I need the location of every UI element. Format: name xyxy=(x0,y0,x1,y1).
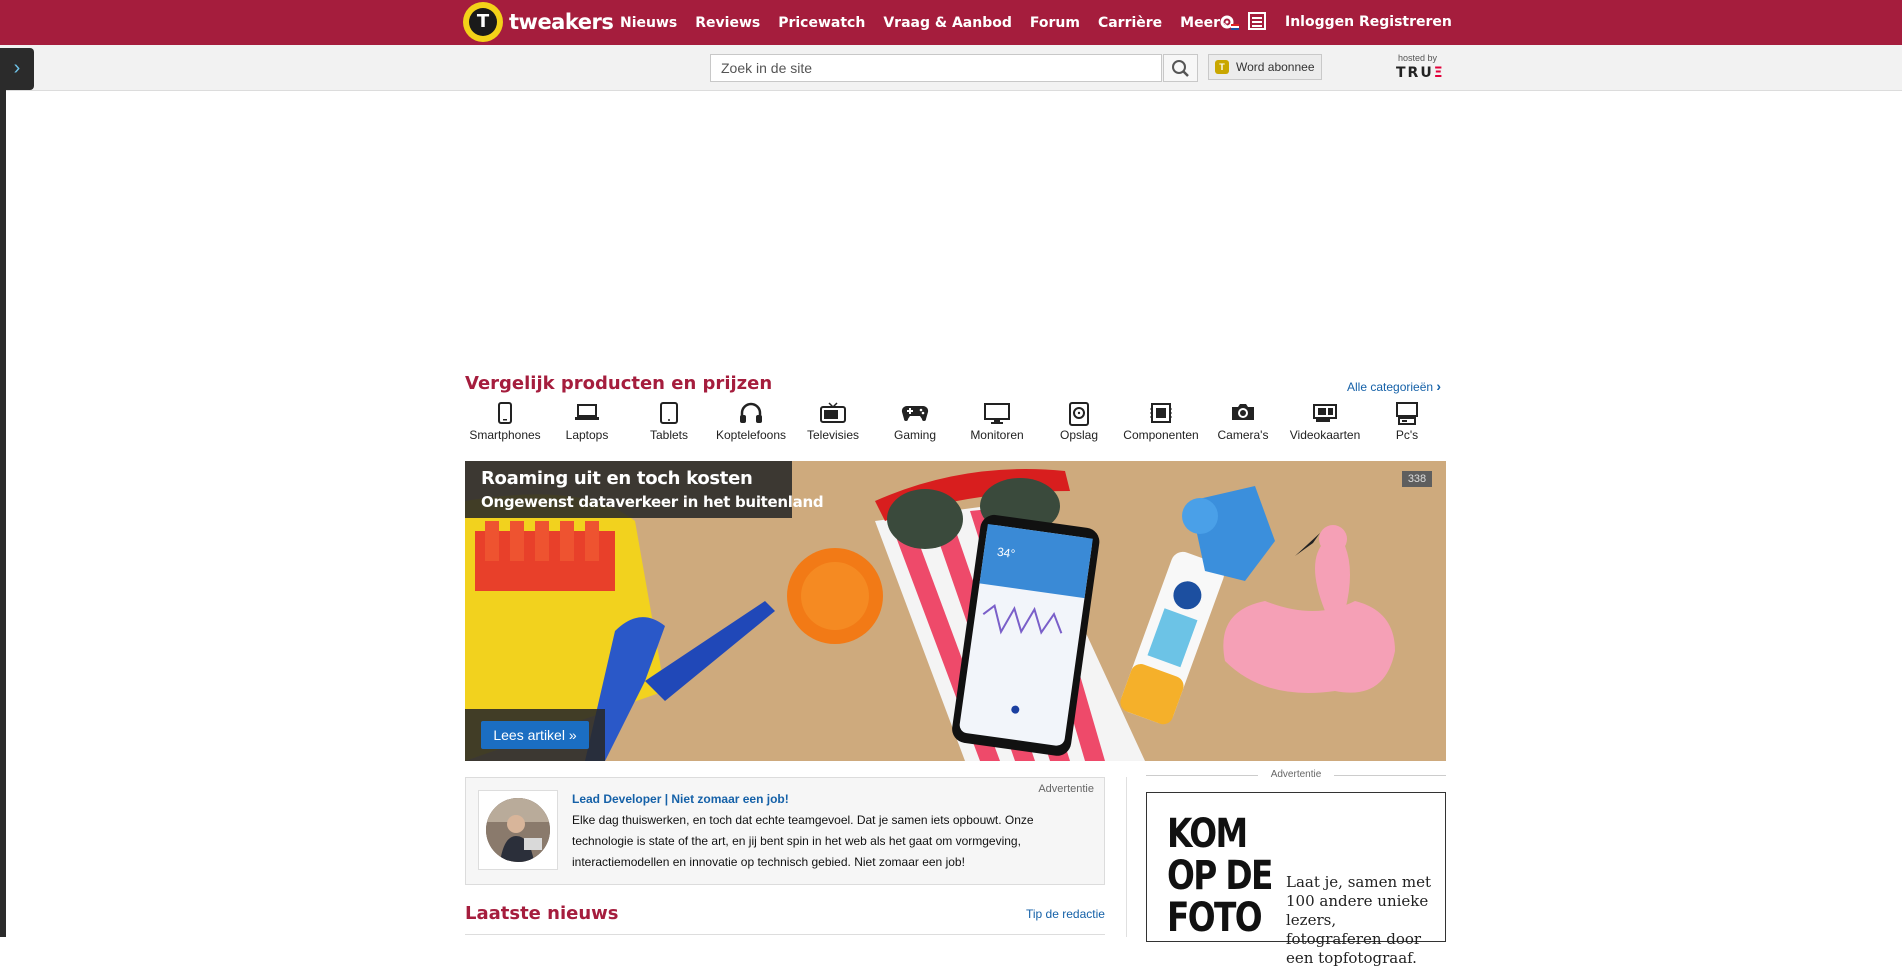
category-label: Pc's xyxy=(1395,428,1419,442)
logo-letter: T xyxy=(469,8,497,36)
search-button[interactable] xyxy=(1163,54,1198,82)
laptop-icon xyxy=(547,402,627,428)
side-advertisement[interactable]: KOM OP DE FOTO Laat je, samen met 100 an… xyxy=(1146,792,1446,967)
settings-icon[interactable] xyxy=(1218,12,1240,38)
category-label: Monitoren xyxy=(970,428,1024,442)
category-label: Koptelefoons xyxy=(715,428,787,442)
site-search: Zoek in de site xyxy=(710,54,1198,82)
nav-item-meer-label: Meer xyxy=(1180,14,1220,31)
category-monitoren[interactable]: Monitoren xyxy=(957,402,1037,448)
gpu-icon xyxy=(1285,402,1365,428)
register-link[interactable]: Registreren xyxy=(1359,14,1452,30)
login-link[interactable]: Inloggen xyxy=(1285,14,1354,30)
category-label: Gaming xyxy=(893,428,937,442)
category-televisies[interactable]: Televisies xyxy=(793,402,873,448)
category-opslag[interactable]: Opslag xyxy=(1039,402,1119,448)
category-label: Televisies xyxy=(806,428,860,442)
category-label: Smartphones xyxy=(469,428,541,442)
category-gaming[interactable]: Gaming xyxy=(875,402,955,448)
hero-subtitle[interactable]: Ongewenst dataverkeer in het buitenland xyxy=(481,493,824,511)
job-ad-photo xyxy=(486,798,550,862)
subscribe-label: Word abonnee xyxy=(1236,60,1315,74)
category-smartphones[interactable]: Smartphones xyxy=(465,402,545,448)
tv-icon xyxy=(793,402,873,428)
storage-icon xyxy=(1039,402,1119,428)
toolbar-icons xyxy=(1218,12,1266,38)
side-advertisement-label: Advertentie xyxy=(1146,769,1446,780)
nav-item-forum[interactable]: Forum xyxy=(1030,15,1080,31)
sidebar-edge xyxy=(0,90,6,937)
read-article-button[interactable]: Lees artikel » xyxy=(481,721,589,749)
compare-section-title: Vergelijk producten en prijzen xyxy=(465,373,773,394)
featured-article-hero[interactable]: 34° Roaming uit en toch kosten Ongewenst… xyxy=(465,461,1446,761)
category-tablets[interactable]: Tablets xyxy=(629,402,709,448)
category-label: Laptops xyxy=(565,428,609,442)
hero-title[interactable]: Roaming uit en toch kosten xyxy=(481,468,753,489)
category-pcs[interactable]: Pc's xyxy=(1367,402,1447,448)
gamepad-icon xyxy=(875,402,955,428)
category-label: Opslag xyxy=(1059,428,1099,442)
subscribe-button[interactable]: T Word abonnee xyxy=(1208,54,1322,80)
job-ad-text: Elke dag thuiswerken, en toch dat echte … xyxy=(572,813,1034,869)
nav-item-pricewatch[interactable]: Pricewatch xyxy=(778,15,865,31)
tablet-icon xyxy=(629,402,709,428)
nav-item-reviews[interactable]: Reviews xyxy=(695,15,760,31)
side-ad-headline: KOM OP DE FOTO xyxy=(1167,811,1273,941)
brand-name[interactable]: tweakers xyxy=(509,10,614,34)
smartphone-icon xyxy=(465,402,545,428)
search-icon xyxy=(1172,60,1189,77)
category-cameras[interactable]: Camera's xyxy=(1203,402,1283,448)
top-navigation-bar: T tweakers Nieuws Reviews Pricewatch Vra… xyxy=(0,0,1902,45)
true-logo-accent: Ξ xyxy=(1433,65,1445,81)
camera-icon xyxy=(1203,402,1283,428)
category-componenten[interactable]: Componenten xyxy=(1121,402,1201,448)
column-divider xyxy=(1126,777,1127,937)
tweakers-logo-icon[interactable]: T xyxy=(463,2,503,42)
hero-button-box: Lees artikel » xyxy=(465,709,605,761)
search-input[interactable]: Zoek in de site xyxy=(710,54,1162,82)
category-label: Videokaarten xyxy=(1289,428,1361,442)
all-categories-link[interactable]: Alle categorieën › xyxy=(1347,378,1441,394)
nav-item-vraag-aanbod[interactable]: Vraag & Aanbod xyxy=(883,15,1012,31)
main-nav: Nieuws Reviews Pricewatch Vraag & Aanbod… xyxy=(620,0,1250,45)
tip-editors-link[interactable]: Tip de redactie xyxy=(1026,907,1105,921)
category-laptops[interactable]: Laptops xyxy=(547,402,627,448)
nav-item-nieuws[interactable]: Nieuws xyxy=(620,15,677,31)
job-ad-title[interactable]: Lead Developer | Niet zomaar een job! xyxy=(572,792,789,806)
list-icon[interactable] xyxy=(1248,12,1266,38)
category-label: Camera's xyxy=(1217,428,1269,442)
category-koptelefoons[interactable]: Koptelefoons xyxy=(711,402,791,448)
true-logo-main: TRU xyxy=(1396,65,1434,81)
nav-item-carriere[interactable]: Carrière xyxy=(1098,15,1162,31)
hero-title-box: Roaming uit en toch kosten Ongewenst dat… xyxy=(465,461,824,518)
pc-icon xyxy=(1367,402,1447,428)
news-divider xyxy=(465,934,1105,935)
headphones-icon xyxy=(711,402,791,428)
category-list: Smartphones Laptops Tablets Koptelefoons… xyxy=(465,402,1447,448)
job-advertisement[interactable]: Advertentie Lead Developer | Niet zomaar… xyxy=(465,777,1105,885)
chevron-right-icon: › xyxy=(1436,378,1442,394)
chip-icon xyxy=(1121,402,1201,428)
true-host-logo[interactable]: TRUΞ xyxy=(1396,65,1445,81)
all-categories-label: Alle categorieën xyxy=(1347,380,1434,394)
hosted-by-label: hosted by xyxy=(1398,53,1438,63)
advertisement-label: Advertentie xyxy=(1038,783,1094,795)
category-videokaarten[interactable]: Videokaarten xyxy=(1285,402,1365,448)
category-label: Tablets xyxy=(649,428,689,442)
monitor-icon xyxy=(957,402,1037,428)
sidebar-toggle-chevron-right-icon[interactable]: › xyxy=(0,48,34,90)
top-navigation-inner: T tweakers Nieuws Reviews Pricewatch Vra… xyxy=(463,0,1452,45)
tweakers-t-icon: T xyxy=(1215,60,1229,74)
comment-count-badge[interactable]: 338 xyxy=(1402,471,1432,487)
job-ad-image[interactable] xyxy=(478,790,558,870)
side-ad-text: Laat je, samen met 100 andere unieke lez… xyxy=(1286,873,1432,967)
category-label: Componenten xyxy=(1123,428,1199,442)
phone-temperature: 34° xyxy=(996,545,1016,561)
latest-news-title: Laatste nieuws xyxy=(465,903,619,924)
